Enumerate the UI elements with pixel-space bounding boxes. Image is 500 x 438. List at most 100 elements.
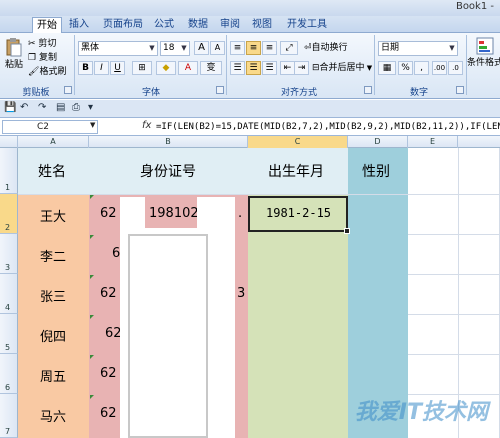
name-box[interactable]: C2 xyxy=(2,120,98,134)
error-indicator xyxy=(90,355,94,359)
cell-name[interactable]: 周五 xyxy=(40,366,66,385)
tab-formulas[interactable]: 公式 xyxy=(150,17,178,33)
tab-view[interactable]: 视图 xyxy=(248,17,276,33)
row-header-7[interactable]: 7 xyxy=(0,394,18,438)
increase-indent-button[interactable]: ⇥ xyxy=(294,61,309,75)
align-center-button[interactable]: ☰ xyxy=(246,61,261,75)
row-header-2[interactable]: 2 xyxy=(0,194,18,234)
tab-home[interactable]: 开始 xyxy=(32,17,62,33)
row-header-6[interactable]: 6 xyxy=(0,354,18,394)
underline-button[interactable]: U xyxy=(110,61,125,75)
bold-button[interactable]: B xyxy=(78,61,93,75)
header-birth-date[interactable]: 出生年月 xyxy=(268,161,324,181)
active-cell-selection[interactable] xyxy=(248,196,348,232)
column-header-e[interactable]: E xyxy=(408,136,458,148)
formula-input[interactable]: =IF(LEN(B2)=15,DATE(MID(B2,7,2),MID(B2,9… xyxy=(156,120,500,134)
select-all-corner[interactable] xyxy=(0,136,18,148)
cell-name[interactable]: 马六 xyxy=(40,406,66,425)
cell-name[interactable]: 倪四 xyxy=(40,326,66,345)
cell-name[interactable]: 李二 xyxy=(40,246,66,265)
cell-id-fragment[interactable]: 62 xyxy=(100,286,117,301)
align-left-button[interactable]: ☰ xyxy=(230,61,245,75)
column-header-c[interactable]: C xyxy=(248,136,348,148)
row-header-3[interactable]: 3 xyxy=(0,234,18,274)
cell-id-fragment[interactable]: . xyxy=(238,206,242,221)
comma-button[interactable]: , xyxy=(414,61,429,75)
insert-function-icon[interactable]: fx xyxy=(142,120,151,131)
chevron-down-icon[interactable]: ▼ xyxy=(90,121,95,129)
cell-id-fragment[interactable]: 62 xyxy=(100,366,117,381)
wrap-icon: ⏎ xyxy=(304,43,312,53)
header-gender[interactable]: 性别 xyxy=(362,161,390,181)
formula-bar: C2 ▼ fx =IF(LEN(B2)=15,DATE(MID(B2,7,2),… xyxy=(0,118,500,136)
align-left-icon: ☰ xyxy=(233,63,242,73)
row-header-4[interactable]: 4 xyxy=(0,274,18,314)
font-color-button[interactable]: A xyxy=(178,61,198,75)
decrease-decimal-button[interactable]: .0 xyxy=(448,61,463,75)
quick-access-toolbar: 💾 ↶ ↷ ▤ ⎙ ▾ xyxy=(0,100,500,118)
column-header-d[interactable]: D xyxy=(348,136,408,148)
outdent-icon: ⇤ xyxy=(283,63,292,73)
format-painter-button[interactable]: 🖌格式刷 xyxy=(28,65,66,79)
alignment-dialog-launcher[interactable] xyxy=(364,86,372,94)
cell-name[interactable]: 王大 xyxy=(40,206,66,225)
wrap-text-button[interactable]: ⏎自动换行 xyxy=(304,41,348,55)
align-right-button[interactable]: ☰ xyxy=(262,61,277,75)
fill-color-button[interactable]: ◆ xyxy=(156,61,176,75)
cell-id-fragment[interactable]: 198102 xyxy=(149,206,199,221)
font-dialog-launcher[interactable] xyxy=(216,86,224,94)
tab-review[interactable]: 审阅 xyxy=(216,17,244,33)
save-icon[interactable]: 💾 xyxy=(4,102,16,113)
currency-icon: ▦ xyxy=(382,63,392,73)
chart-icon[interactable]: ▤ xyxy=(56,102,65,113)
conditional-format-button[interactable]: 条件格式 xyxy=(467,37,500,68)
print-icon[interactable]: ⎙ xyxy=(72,102,80,113)
accounting-format-button[interactable]: ▦ xyxy=(378,61,396,75)
customize-qat-icon[interactable]: ▾ xyxy=(88,102,93,113)
column-header-a[interactable]: A xyxy=(18,136,89,148)
orientation-button[interactable]: ⤢ xyxy=(280,41,298,55)
header-id-number[interactable]: 身份证号 xyxy=(140,161,196,181)
align-middle-button[interactable]: ≡ xyxy=(246,41,261,55)
font-size-combo[interactable]: 18 ▼ xyxy=(160,41,190,56)
clipboard-dialog-launcher[interactable] xyxy=(64,86,72,94)
phonetic-button[interactable]: 变 xyxy=(200,61,222,75)
copy-button[interactable]: ❐ 复制 xyxy=(28,51,57,65)
cut-button[interactable]: ✂ 剪切 xyxy=(28,37,56,51)
font-name-combo[interactable]: 黑体 ▼ xyxy=(78,41,158,56)
align-bottom-button[interactable]: ≡ xyxy=(262,41,277,55)
undo-icon[interactable]: ↶ xyxy=(20,102,28,113)
merge-center-button[interactable]: ⊟合并后居中 ▼ xyxy=(312,61,372,75)
redo-icon[interactable]: ↷ xyxy=(38,102,46,113)
number-format-combo[interactable]: 日期 ▼ xyxy=(378,41,458,56)
cell-id-fragment[interactable]: 62 xyxy=(100,206,117,221)
paste-button[interactable]: 粘贴 xyxy=(3,37,25,70)
tab-data[interactable]: 数据 xyxy=(184,17,212,33)
row-header-1[interactable]: 1 xyxy=(0,148,18,194)
grow-font-button[interactable]: A xyxy=(194,41,209,55)
decrease-indent-button[interactable]: ⇤ xyxy=(280,61,295,75)
column-header-b[interactable]: B xyxy=(89,136,248,148)
cell-id-fragment[interactable]: 3 xyxy=(237,286,245,301)
conditional-format-icon xyxy=(476,37,494,55)
tab-page-layout[interactable]: 页面布局 xyxy=(100,17,146,33)
row-header-5[interactable]: 5 xyxy=(0,314,18,354)
align-top-button[interactable]: ≡ xyxy=(230,41,245,55)
cell-name[interactable]: 张三 xyxy=(40,286,66,305)
shrink-font-button[interactable]: A xyxy=(210,41,225,55)
align-middle-icon: ≡ xyxy=(249,43,258,53)
italic-button[interactable]: I xyxy=(94,61,109,75)
tab-developer[interactable]: 开发工具 xyxy=(282,17,332,33)
header-name[interactable]: 姓名 xyxy=(38,161,66,181)
error-indicator xyxy=(90,195,94,199)
tab-insert[interactable]: 插入 xyxy=(64,17,94,33)
error-indicator xyxy=(90,275,94,279)
fill-handle[interactable] xyxy=(344,228,350,234)
paste-icon xyxy=(6,38,22,57)
number-dialog-launcher[interactable] xyxy=(456,86,464,94)
percent-button[interactable]: % xyxy=(398,61,413,75)
watermark: 我爱IT技术网 xyxy=(354,400,488,425)
borders-button[interactable]: ⊞ xyxy=(132,61,152,75)
increase-decimal-button[interactable]: .00 xyxy=(432,61,447,75)
cell-id-fragment[interactable]: 62 xyxy=(100,406,117,421)
